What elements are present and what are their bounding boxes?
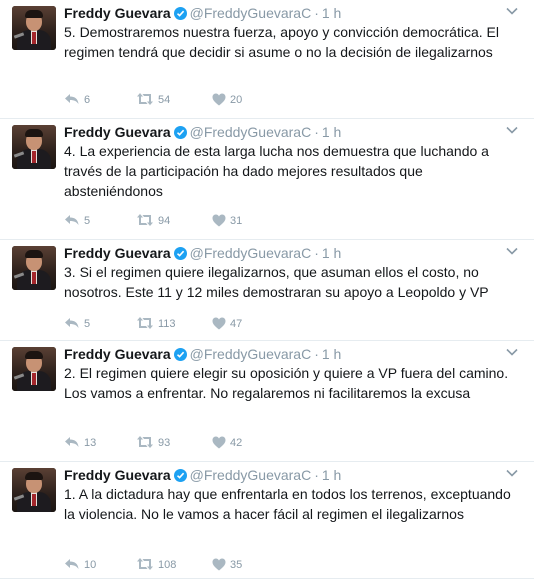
tweet-header: Freddy Guevara @FreddyGuevaraC · 1 h — [64, 466, 341, 484]
reply-count: 5 — [84, 215, 91, 227]
verified-badge-icon — [173, 348, 187, 361]
tweet-item[interactable]: Freddy Guevara @FreddyGuevaraC · 1 h 1. A l… — [0, 462, 534, 579]
author-handle[interactable]: @FreddyGuevaraC — [190, 245, 312, 261]
tweet-text: 1. A la dictadura hay que enfrentarla en… — [64, 486, 511, 522]
chevron-down-icon[interactable] — [506, 247, 518, 255]
tweet-timestamp[interactable]: 1 h — [322, 467, 341, 483]
author-name[interactable]: Freddy Guevara — [64, 5, 171, 21]
chevron-down-icon[interactable] — [506, 469, 518, 477]
like-count: 35 — [230, 559, 243, 571]
tweet-header: Freddy Guevara @FreddyGuevaraC · 1 h — [64, 4, 341, 22]
retweet-button[interactable]: 94 — [136, 212, 170, 230]
reply-button[interactable]: 5 — [64, 212, 90, 230]
author-handle[interactable]: @FreddyGuevaraC — [190, 124, 312, 140]
heart-icon — [212, 317, 226, 330]
like-button[interactable]: 35 — [212, 556, 242, 574]
tweet-timestamp[interactable]: 1 h — [322, 124, 341, 140]
tweet-timestamp[interactable]: 1 h — [322, 245, 341, 261]
heart-icon — [212, 436, 226, 449]
like-button[interactable]: 42 — [212, 434, 242, 452]
tweet-text: 5. Demostraremos nuestra fuerza, apoyo y… — [64, 24, 499, 60]
avatar[interactable] — [12, 125, 56, 169]
reply-count: 6 — [84, 94, 91, 106]
reply-count: 5 — [84, 318, 91, 330]
reply-button[interactable]: 5 — [64, 315, 90, 333]
reply-icon — [65, 215, 79, 225]
reply-count: 10 — [84, 559, 97, 571]
author-name[interactable]: Freddy Guevara — [64, 245, 171, 261]
like-button[interactable]: 31 — [212, 212, 242, 230]
like-count: 31 — [230, 215, 243, 227]
chevron-down-icon[interactable] — [506, 7, 518, 15]
author-name[interactable]: Freddy Guevara — [64, 124, 171, 140]
retweet-icon — [137, 214, 153, 226]
like-button[interactable]: 20 — [212, 91, 242, 109]
tweet-timestamp[interactable]: 1 h — [322, 5, 341, 21]
tweet-text: 2. El regimen quiere elegir su oposición… — [64, 365, 509, 401]
reply-icon — [65, 94, 79, 104]
retweet-button[interactable]: 108 — [136, 556, 176, 574]
tweet-item[interactable]: Freddy Guevara @FreddyGuevaraC · 1 h 4. La … — [0, 119, 534, 240]
reply-button[interactable]: 13 — [64, 434, 96, 452]
tweet-item[interactable]: Freddy Guevara @FreddyGuevaraC · 1 h 2. El … — [0, 341, 534, 462]
reply-icon — [65, 559, 79, 569]
chevron-down-icon[interactable] — [506, 126, 518, 134]
retweet-icon — [137, 558, 153, 570]
verified-badge-icon — [173, 469, 187, 482]
retweet-count: 54 — [158, 94, 171, 106]
avatar[interactable] — [12, 6, 56, 50]
retweet-count: 93 — [158, 437, 171, 449]
reply-icon — [65, 437, 79, 447]
heart-icon — [212, 214, 226, 227]
author-handle[interactable]: @FreddyGuevaraC — [190, 5, 312, 21]
separator-dot: · — [314, 346, 319, 362]
tweet-text: 4. La experiencia de esta larga lucha no… — [64, 143, 489, 199]
reply-icon — [65, 318, 79, 328]
retweet-icon — [137, 93, 153, 105]
author-name[interactable]: Freddy Guevara — [64, 346, 171, 362]
retweet-count: 108 — [158, 559, 177, 571]
retweet-button[interactable]: 54 — [136, 91, 170, 109]
avatar[interactable] — [12, 468, 56, 512]
tweet-item[interactable]: Freddy Guevara @FreddyGuevaraC · 1 h 5. Dem… — [0, 0, 534, 119]
heart-icon — [212, 93, 226, 106]
tweet-item[interactable]: Freddy Guevara @FreddyGuevaraC · 1 h 3. Si … — [0, 240, 534, 341]
avatar[interactable] — [12, 347, 56, 391]
tweet-timeline: Freddy Guevara @FreddyGuevaraC · 1 h 5. Dem… — [0, 0, 534, 579]
tweet-header: Freddy Guevara @FreddyGuevaraC · 1 h — [64, 123, 341, 141]
like-count: 47 — [230, 318, 243, 330]
like-count: 20 — [230, 94, 243, 106]
like-button[interactable]: 47 — [212, 315, 242, 333]
avatar[interactable] — [12, 246, 56, 290]
author-handle[interactable]: @FreddyGuevaraC — [190, 346, 312, 362]
separator-dot: · — [314, 467, 319, 483]
author-name[interactable]: Freddy Guevara — [64, 467, 171, 483]
chevron-down-icon[interactable] — [506, 348, 518, 356]
reply-button[interactable]: 10 — [64, 556, 96, 574]
reply-count: 13 — [84, 437, 97, 449]
retweet-icon — [137, 436, 153, 448]
tweet-header: Freddy Guevara @FreddyGuevaraC · 1 h — [64, 345, 341, 363]
separator-dot: · — [314, 5, 319, 21]
verified-badge-icon — [173, 7, 187, 20]
like-count: 42 — [230, 437, 243, 449]
heart-icon — [212, 558, 226, 571]
separator-dot: · — [314, 124, 319, 140]
verified-badge-icon — [173, 247, 187, 260]
retweet-button[interactable]: 113 — [136, 315, 176, 333]
verified-badge-icon — [173, 126, 187, 139]
retweet-button[interactable]: 93 — [136, 434, 170, 452]
reply-button[interactable]: 6 — [64, 91, 90, 109]
tweet-header: Freddy Guevara @FreddyGuevaraC · 1 h — [64, 244, 341, 262]
tweet-timestamp[interactable]: 1 h — [322, 346, 341, 362]
tweet-text: 3. Si el regimen quiere ilegalizarnos, q… — [64, 264, 489, 300]
retweet-count: 113 — [158, 318, 176, 330]
retweet-icon — [137, 317, 153, 329]
separator-dot: · — [314, 245, 319, 261]
retweet-count: 94 — [158, 215, 171, 227]
author-handle[interactable]: @FreddyGuevaraC — [190, 467, 312, 483]
